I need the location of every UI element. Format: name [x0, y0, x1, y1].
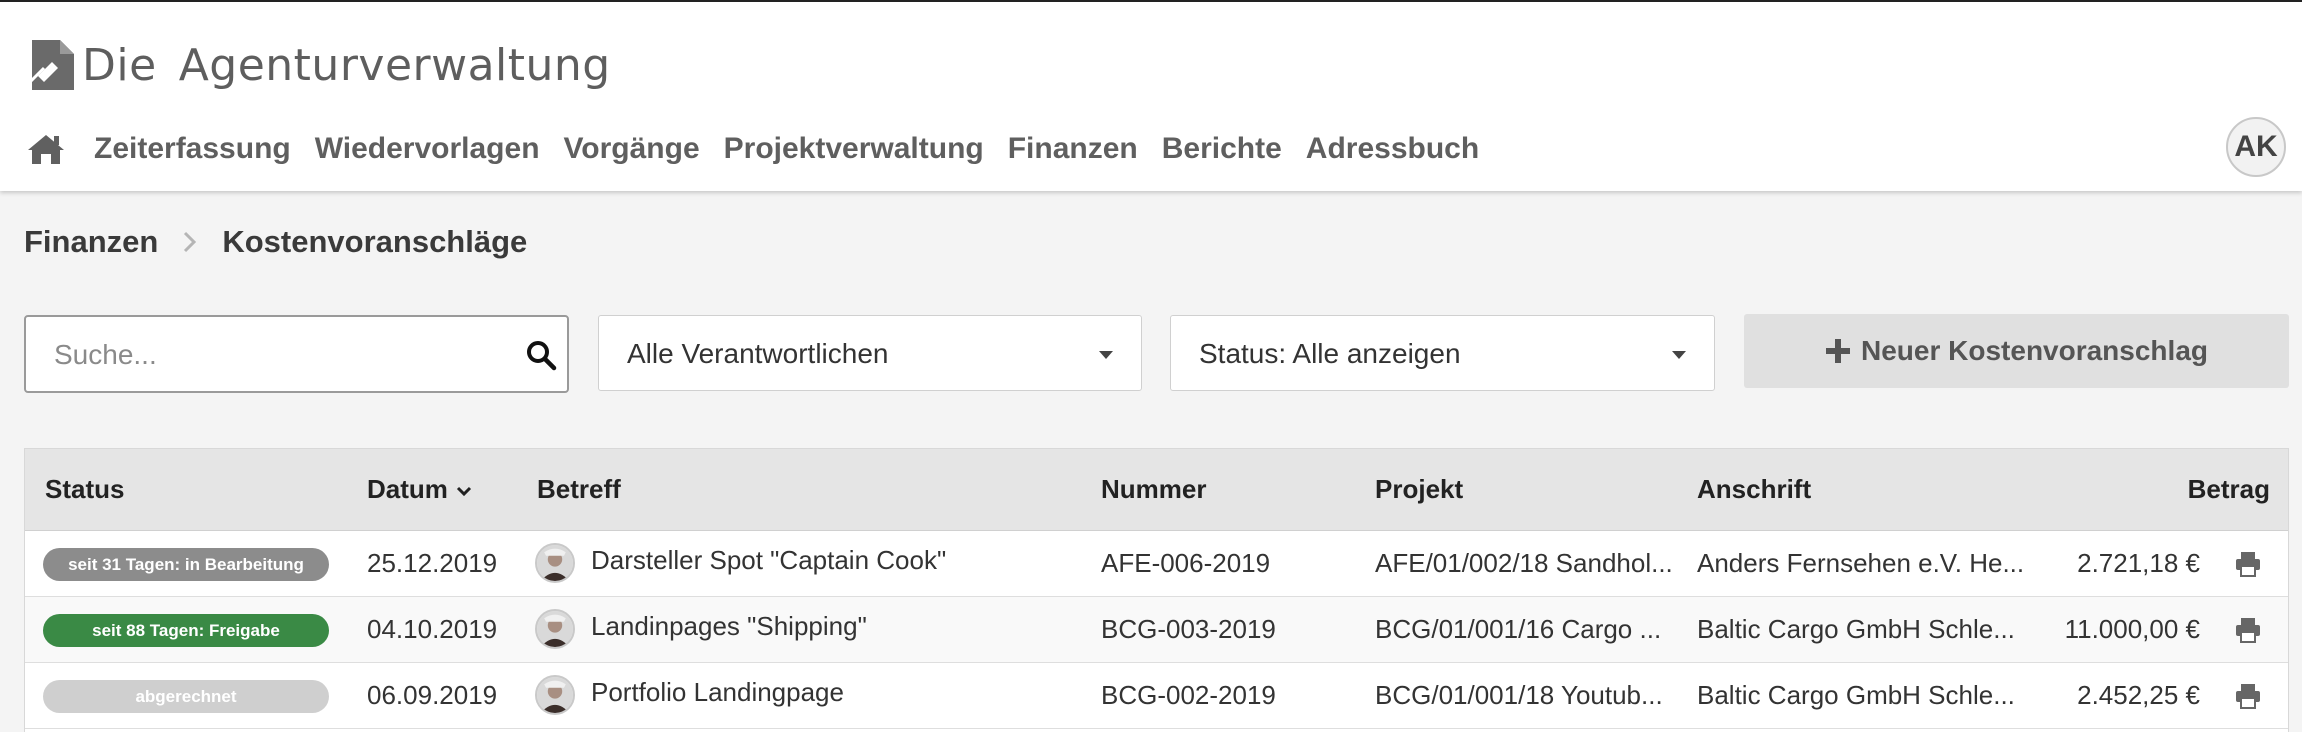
status-badge: abgerechnet — [43, 680, 329, 713]
table-row[interactable]: seit 88 Tagen: Freigabe 04.10.2019 Landi… — [25, 597, 2288, 663]
responsible-filter-select[interactable]: Alle Verantwortlichen — [598, 315, 1142, 391]
home-icon[interactable] — [26, 131, 66, 167]
date-cell: 06.09.2019 — [367, 680, 498, 710]
plus-icon — [1826, 339, 1850, 363]
project-cell: AFE/01/002/18 Sandhol... — [1375, 548, 1673, 578]
status-filter-value: Status: Alle anzeigen — [1199, 338, 1461, 369]
subject-cell[interactable]: Portfolio Landingpage — [591, 677, 844, 708]
nav-item-finanzen[interactable]: Finanzen — [1008, 132, 1138, 166]
app-logo[interactable]: Die Agenturverwaltung — [26, 34, 611, 96]
status-filter-select[interactable]: Status: Alle anzeigen — [1170, 315, 1715, 391]
table-row[interactable]: abgerechnet 06.09.2019 Portfolio Landing… — [25, 663, 2288, 729]
nav-item-adressbuch[interactable]: Adressbuch — [1306, 132, 1479, 166]
nav-item-berichte[interactable]: Berichte — [1162, 132, 1282, 166]
person-avatar-icon — [537, 545, 573, 581]
logo-text: Die Agenturverwaltung — [82, 39, 611, 91]
user-avatar-button[interactable]: AK — [2226, 117, 2286, 177]
amount-cell: 11.000,00 € — [2064, 614, 2200, 644]
responsible-filter-value: Alle Verantwortlichen — [627, 338, 889, 369]
number-cell: BCG-003-2019 — [1101, 614, 1276, 644]
avatar — [535, 609, 575, 649]
project-cell: BCG/01/001/18 Youtub... — [1375, 680, 1663, 710]
avatar — [535, 675, 575, 715]
breadcrumb: Finanzen Kostenvoranschläge — [24, 220, 527, 264]
address-cell: Anders Fernsehen e.V. He... — [1697, 548, 2025, 578]
search-icon[interactable] — [525, 339, 557, 371]
column-header-project[interactable]: Projekt — [1375, 474, 1463, 505]
print-icon[interactable] — [2234, 550, 2262, 578]
estimates-table: Status Datum Betreff Nummer Projekt Ansc… — [24, 448, 2289, 732]
new-estimate-button-label: Neuer Kostenvoranschlag — [1861, 335, 2208, 366]
status-badge: seit 31 Tagen: in Bearbeitung — [43, 548, 329, 581]
amount-cell: 2.721,18 € — [2077, 548, 2200, 578]
column-header-status[interactable]: Status — [45, 474, 124, 505]
breadcrumb-current: Kostenvoranschläge — [222, 224, 528, 259]
chevron-right-icon — [184, 231, 197, 253]
table-header-row: Status Datum Betreff Nummer Projekt Ansc… — [25, 449, 2288, 531]
caret-down-icon — [1672, 351, 1686, 359]
nav-item-wiedervorlagen[interactable]: Wiedervorlagen — [315, 132, 540, 166]
subject-cell[interactable]: Landinpages "Shipping" — [591, 611, 867, 642]
document-logo-icon — [28, 40, 74, 90]
caret-down-icon — [1099, 351, 1113, 359]
person-avatar-icon — [537, 611, 573, 647]
column-header-number[interactable]: Nummer — [1101, 474, 1206, 505]
column-header-date[interactable]: Datum — [367, 474, 472, 505]
main-nav: Zeiterfassung Wiedervorlagen Vorgänge Pr… — [26, 124, 1503, 174]
search-input[interactable] — [54, 335, 494, 375]
address-cell: Baltic Cargo GmbH Schle... — [1697, 680, 2015, 710]
subject-cell[interactable]: Darsteller Spot "Captain Cook" — [591, 545, 946, 576]
column-header-address[interactable]: Anschrift — [1697, 474, 1811, 505]
print-icon[interactable] — [2234, 682, 2262, 710]
avatar — [535, 543, 575, 583]
nav-item-vorgaenge[interactable]: Vorgänge — [564, 132, 700, 166]
top-navigation-bar: Die Agenturverwaltung Zeiterfassung Wiede… — [0, 0, 2302, 191]
print-icon[interactable] — [2234, 616, 2262, 644]
status-badge: seit 88 Tagen: Freigabe — [43, 614, 329, 647]
sort-descending-icon — [456, 487, 471, 497]
date-cell: 25.12.2019 — [367, 548, 498, 578]
number-cell: BCG-002-2019 — [1101, 680, 1276, 710]
project-cell: BCG/01/001/16 Cargo ... — [1375, 614, 1662, 644]
number-cell: AFE-006-2019 — [1101, 548, 1271, 578]
address-cell: Baltic Cargo GmbH Schle... — [1697, 614, 2015, 644]
nav-item-projektverwaltung[interactable]: Projektverwaltung — [724, 132, 984, 166]
column-header-amount[interactable]: Betrag — [2188, 474, 2270, 505]
amount-cell: 2.452,25 € — [2077, 680, 2200, 710]
person-avatar-icon — [537, 677, 573, 713]
breadcrumb-parent-link[interactable]: Finanzen — [24, 224, 158, 260]
column-header-subject[interactable]: Betreff — [537, 474, 621, 505]
nav-item-zeiterfassung[interactable]: Zeiterfassung — [94, 132, 291, 166]
new-estimate-button[interactable]: Neuer Kostenvoranschlag — [1744, 314, 2289, 388]
date-cell: 04.10.2019 — [367, 614, 498, 644]
search-box — [24, 315, 569, 393]
table-row[interactable]: seit 31 Tagen: in Bearbeitung 25.12.2019… — [25, 531, 2288, 597]
